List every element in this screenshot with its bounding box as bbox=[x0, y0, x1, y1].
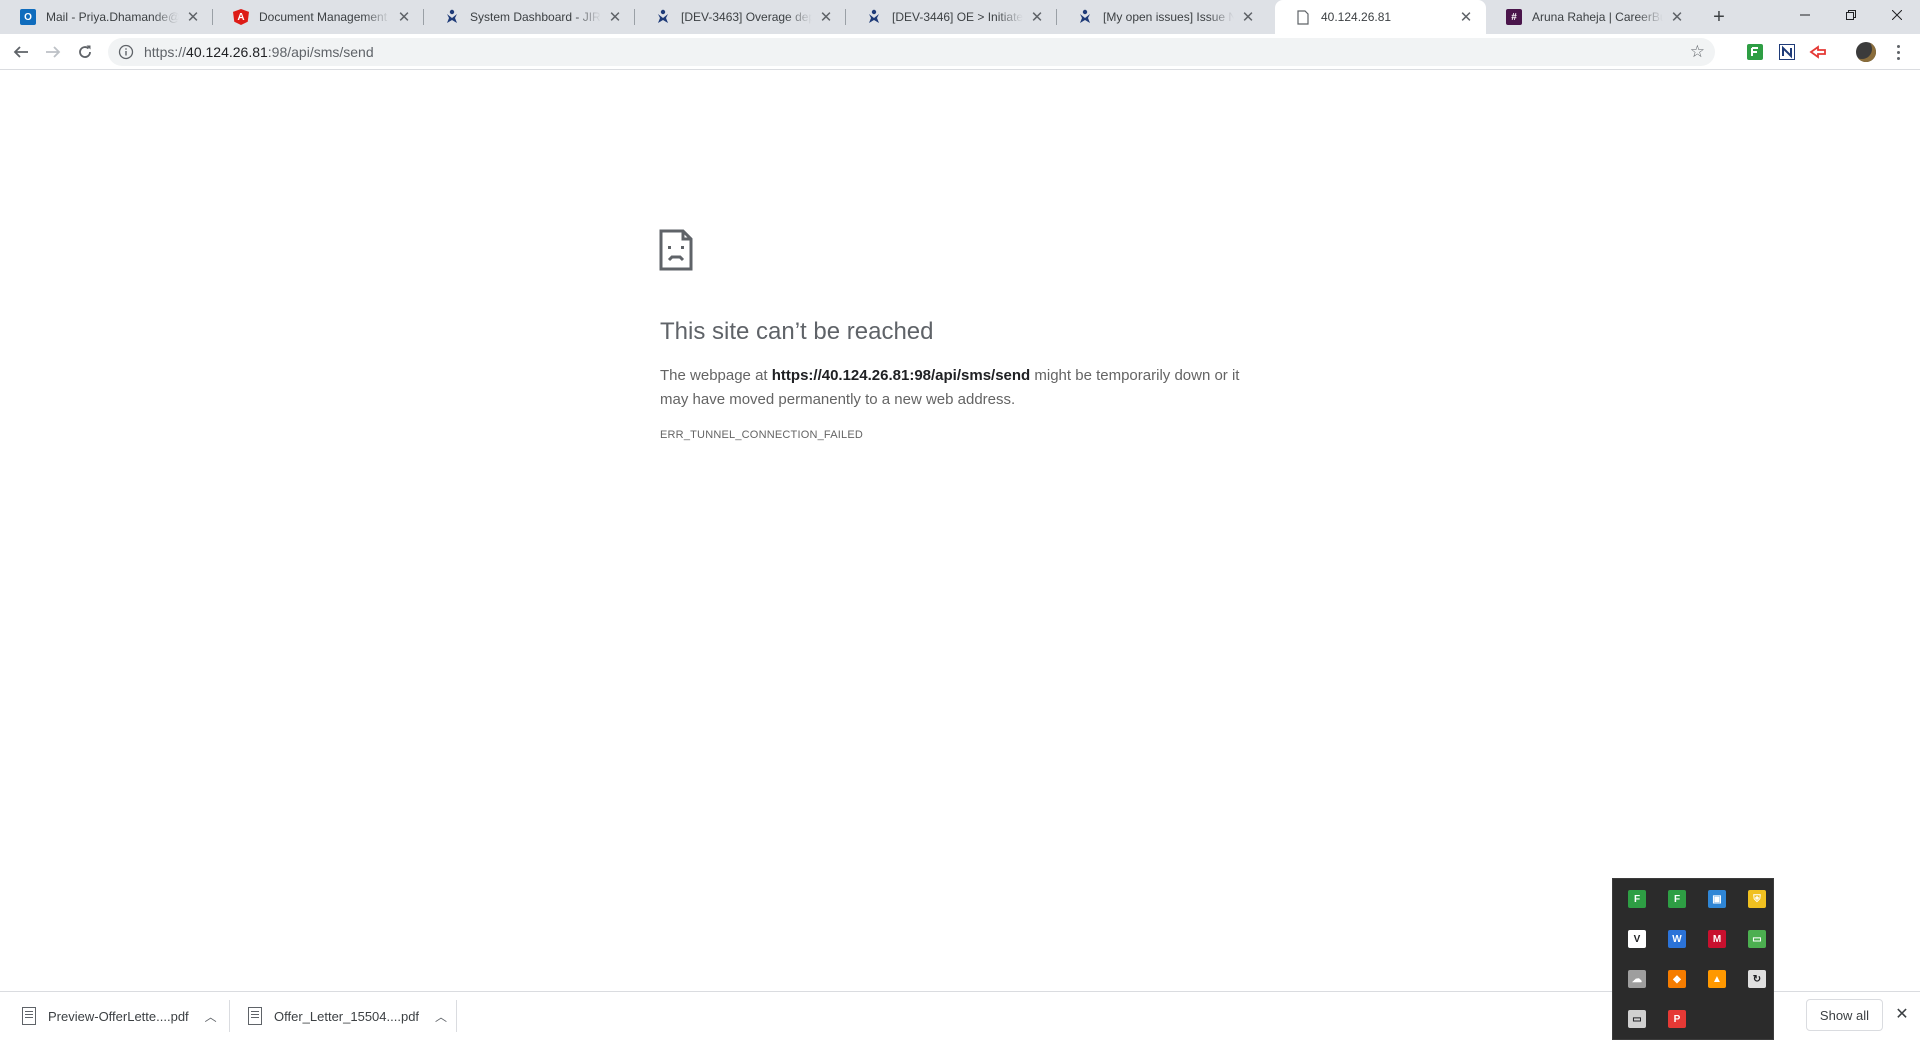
bookmark-star-icon[interactable]: ☆ bbox=[1690, 43, 1705, 61]
reload-icon bbox=[79, 45, 91, 58]
error-description: The webpage at https://40.124.26.81:98/a… bbox=[660, 364, 1270, 412]
jira-icon bbox=[1077, 9, 1093, 25]
sad-page-icon bbox=[659, 229, 693, 271]
network-tray-icon[interactable]: ▣ bbox=[1708, 890, 1726, 908]
tab-dev-3463[interactable]: [DEV-3463] Overage depen ✕ bbox=[635, 0, 846, 34]
browser-toolbar: https://40.124.26.81:98/api/sms/send ☆ bbox=[0, 34, 1920, 70]
flame-tray-icon[interactable]: ▲ bbox=[1708, 970, 1726, 988]
outlook-icon: O bbox=[20, 9, 36, 25]
tab-document-management[interactable]: A Document Management Se ✕ bbox=[213, 0, 424, 34]
app-orange-tray-icon[interactable]: ◆ bbox=[1668, 970, 1686, 988]
security-shield-tray-icon[interactable]: ⛨ bbox=[1748, 890, 1766, 908]
tab-mail[interactable]: O Mail - Priya.Dhamande@ca ✕ bbox=[0, 0, 213, 34]
close-icon[interactable]: ✕ bbox=[607, 8, 623, 26]
chevron-up-icon[interactable]: ︿ bbox=[435, 1008, 447, 1025]
tab-title: [DEV-3446] OE > Initiate Q bbox=[892, 10, 1023, 24]
close-icon[interactable]: ✕ bbox=[396, 8, 412, 26]
document-icon bbox=[248, 1007, 262, 1025]
remote-desktop-tray-icon[interactable]: ▭ bbox=[1628, 1010, 1646, 1028]
close-shelf-icon[interactable]: ✕ bbox=[1893, 1006, 1911, 1024]
tab-careerbuilder[interactable]: # Aruna Raheja | CareerBuilde ✕ bbox=[1486, 0, 1697, 34]
close-icon[interactable]: ✕ bbox=[1029, 8, 1045, 26]
word-tray-icon[interactable]: W bbox=[1668, 930, 1686, 948]
close-icon[interactable]: ✕ bbox=[1669, 8, 1685, 26]
display-tray-icon[interactable]: ▭ bbox=[1748, 930, 1766, 948]
sync-tray-icon[interactable]: ↻ bbox=[1748, 970, 1766, 988]
error-code: ERR_TUNNEL_CONNECTION_FAILED bbox=[660, 429, 864, 441]
angular-icon: A bbox=[233, 9, 249, 25]
mcafee-tray-icon[interactable]: M bbox=[1708, 930, 1726, 948]
tab-active-page[interactable]: 40.124.26.81 ✕ bbox=[1275, 0, 1486, 34]
download-filename: Offer_Letter_15504....pdf bbox=[274, 1008, 420, 1024]
document-icon bbox=[22, 1007, 36, 1025]
page-icon bbox=[1295, 9, 1311, 25]
jira-icon bbox=[866, 9, 882, 25]
url-scheme: https:// bbox=[144, 44, 187, 60]
download-divider bbox=[229, 1000, 230, 1032]
download-item[interactable]: Offer_Letter_15504....pdf ︿ bbox=[248, 992, 447, 1040]
tab-dev-3446[interactable]: [DEV-3446] OE > Initiate Q ✕ bbox=[846, 0, 1057, 34]
tab-system-dashboard[interactable]: System Dashboard - JIRA ✕ bbox=[424, 0, 635, 34]
tab-title: Document Management Se bbox=[259, 10, 390, 24]
freshdesk-sync-tray-icon[interactable]: F bbox=[1668, 890, 1686, 908]
tab-strip: O Mail - Priya.Dhamande@ca ✕ A Document … bbox=[0, 0, 1920, 34]
url-text: https://40.124.26.81:98/api/sms/send bbox=[144, 44, 374, 60]
pdf-reader-tray-icon[interactable]: P bbox=[1668, 1010, 1686, 1028]
tab-title: 40.124.26.81 bbox=[1321, 10, 1392, 24]
freshdesk-tray-icon[interactable]: F bbox=[1628, 890, 1646, 908]
forward-arrow-icon bbox=[46, 46, 61, 58]
tab-title: [DEV-3463] Overage depen bbox=[681, 10, 812, 24]
minimize-button[interactable] bbox=[1782, 0, 1828, 30]
tab-title: System Dashboard - JIRA bbox=[470, 10, 601, 24]
forward-button[interactable] bbox=[41, 40, 65, 64]
system-tray-overflow: F F ▣ ⛨ V W M ▭ ☁ ◆ ▲ ↻ ▭ P bbox=[1612, 878, 1774, 1040]
jira-icon bbox=[444, 9, 460, 25]
jira-icon bbox=[655, 9, 671, 25]
download-filename: Preview-OfferLette....pdf bbox=[48, 1008, 189, 1024]
onedrive-tray-icon[interactable]: ☁ bbox=[1628, 970, 1646, 988]
close-icon[interactable]: ✕ bbox=[1458, 8, 1474, 26]
tab-my-open-issues[interactable]: [My open issues] Issue Navi ✕ bbox=[1057, 0, 1268, 34]
new-tab-button[interactable]: + bbox=[1708, 6, 1730, 28]
chrome-menu-button[interactable] bbox=[1892, 42, 1904, 62]
onenote-extension-icon[interactable] bbox=[1777, 42, 1797, 62]
tab-title: [My open issues] Issue Navi bbox=[1103, 10, 1234, 24]
error-title: This site can’t be reached bbox=[660, 318, 934, 345]
close-icon[interactable]: ✕ bbox=[1240, 8, 1256, 26]
freshdesk-extension-icon[interactable] bbox=[1745, 42, 1765, 62]
download-divider bbox=[456, 1000, 457, 1032]
vpn-tray-icon[interactable]: V bbox=[1628, 930, 1646, 948]
reload-button[interactable] bbox=[73, 40, 97, 64]
chevron-up-icon[interactable]: ︿ bbox=[205, 1008, 217, 1025]
url-path: :98/api/sms/send bbox=[267, 44, 374, 60]
url-host: 40.124.26.81 bbox=[186, 44, 268, 60]
tab-title: Mail - Priya.Dhamande@ca bbox=[46, 10, 179, 24]
back-button[interactable] bbox=[9, 40, 33, 64]
back-arrow-icon bbox=[13, 46, 28, 58]
cast-extension-icon[interactable] bbox=[1808, 42, 1828, 62]
close-icon[interactable]: ✕ bbox=[818, 8, 834, 26]
tab-title: Aruna Raheja | CareerBuilde bbox=[1532, 10, 1663, 24]
restore-button[interactable] bbox=[1828, 0, 1874, 30]
address-bar[interactable]: https://40.124.26.81:98/api/sms/send ☆ bbox=[108, 38, 1715, 66]
info-icon[interactable] bbox=[118, 44, 134, 60]
download-item[interactable]: Preview-OfferLette....pdf ︿ bbox=[22, 992, 217, 1040]
error-text-prefix: The webpage at bbox=[660, 367, 772, 384]
slack-icon: # bbox=[1506, 9, 1522, 25]
error-url: https://40.124.26.81:98/api/sms/send bbox=[771, 367, 1031, 384]
close-window-button[interactable] bbox=[1874, 0, 1920, 30]
close-icon[interactable]: ✕ bbox=[185, 8, 201, 26]
show-all-button[interactable]: Show all bbox=[1806, 999, 1883, 1031]
profile-avatar[interactable] bbox=[1856, 42, 1876, 62]
